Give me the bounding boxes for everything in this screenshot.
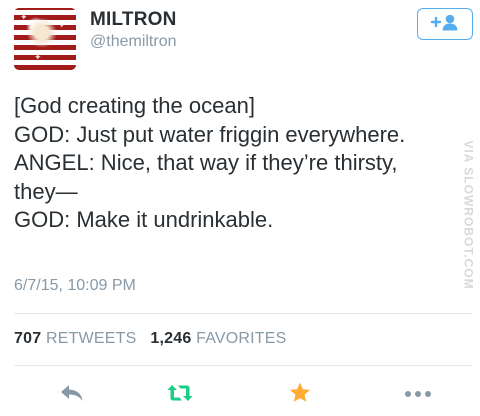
retweets-label: RETWEETS	[45, 330, 137, 347]
tweet-line: [God creating the ocean]	[14, 93, 255, 118]
more-button[interactable]	[398, 380, 438, 410]
favorites-stat[interactable]: 1,246 FAVORITES	[150, 330, 286, 347]
watermark-text: VIA SLOWROBOT.COM	[462, 140, 476, 290]
follow-button[interactable]	[417, 8, 473, 40]
avatar-star-decoration: ✦	[20, 12, 28, 22]
watermark: VIA SLOWROBOT.COM	[458, 130, 480, 300]
retweets-count: 707	[14, 330, 42, 347]
star-icon	[288, 381, 312, 410]
tweet-stats: 707 RETWEETS 1,246 FAVORITES	[14, 330, 287, 348]
avatar-star-decoration: ✦	[34, 52, 42, 62]
divider	[14, 313, 472, 314]
tweet-line: GOD: Just put water friggin everywhere.	[14, 121, 406, 147]
tweet-line: they—	[14, 178, 78, 204]
follow-add-user-icon	[430, 13, 460, 36]
favorite-button[interactable]	[280, 380, 320, 410]
author-name[interactable]: MILTRON	[90, 9, 177, 31]
favorites-count: 1,246	[150, 330, 192, 347]
tweet-text: [God creating the ocean] GOD: Just put w…	[14, 92, 464, 235]
favorites-label: FAVORITES	[196, 330, 287, 347]
reply-button[interactable]	[52, 380, 92, 410]
tweet-line: GOD: Make it undrinkable.	[14, 207, 274, 232]
retweet-icon	[165, 382, 195, 409]
tweet-line: ANGEL: Nice, that way if they’re thirsty…	[14, 150, 398, 175]
retweet-button[interactable]	[160, 380, 200, 410]
avatar[interactable]: ✦ ✦ ✦	[14, 8, 76, 70]
tweet-timestamp[interactable]: 6/7/15, 10:09 PM	[14, 277, 136, 295]
avatar-star-decoration: ✦	[58, 20, 66, 30]
more-dots-icon	[403, 386, 433, 404]
reply-icon	[59, 383, 85, 408]
retweets-stat[interactable]: 707 RETWEETS	[14, 330, 141, 347]
author-handle[interactable]: @themiltron	[90, 33, 177, 51]
divider	[14, 365, 472, 366]
tweet-actions	[0, 380, 480, 410]
